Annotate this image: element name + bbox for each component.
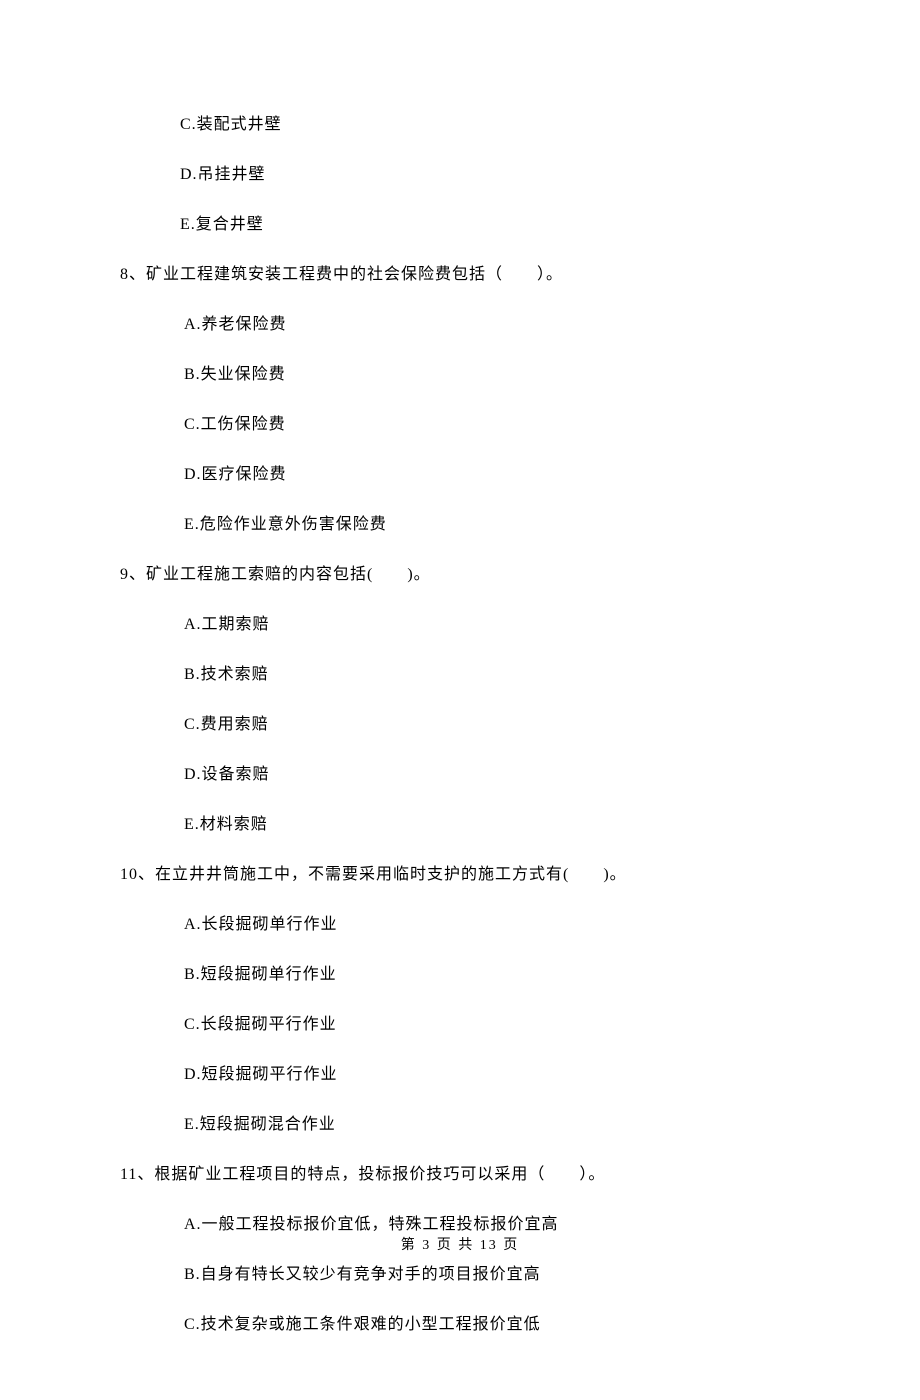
question-block: 10、在立井井筒施工中，不需要采用临时支护的施工方式有( )。 A.长段掘砌单行… bbox=[120, 860, 800, 1134]
option-item: D.设备索赔 bbox=[120, 760, 800, 784]
question-text: 矿业工程建筑安装工程费中的社会保险费包括（ ）。 bbox=[146, 266, 563, 283]
option-item: A.工期索赔 bbox=[120, 610, 800, 634]
option-item: C.技术复杂或施工条件艰难的小型工程报价宜低 bbox=[120, 1310, 800, 1334]
option-item: C.费用索赔 bbox=[120, 710, 800, 734]
option-item: D.医疗保险费 bbox=[120, 460, 800, 484]
option-item: C.工伤保险费 bbox=[120, 410, 800, 434]
option-group: A.长段掘砌单行作业 B.短段掘砌单行作业 C.长段掘砌平行作业 D.短段掘砌平… bbox=[120, 910, 800, 1134]
question-block: 9、矿业工程施工索赔的内容包括( )。 A.工期索赔 B.技术索赔 C.费用索赔… bbox=[120, 560, 800, 834]
question-stem: 10、在立井井筒施工中，不需要采用临时支护的施工方式有( )。 bbox=[120, 860, 800, 884]
option-item: A.长段掘砌单行作业 bbox=[120, 910, 800, 934]
option-item: D.吊挂井壁 bbox=[120, 160, 800, 184]
option-group: A.养老保险费 B.失业保险费 C.工伤保险费 D.医疗保险费 E.危险作业意外… bbox=[120, 310, 800, 534]
question-number: 11、 bbox=[120, 1166, 154, 1183]
option-item: B.短段掘砌单行作业 bbox=[120, 960, 800, 984]
question-text: 在立井井筒施工中，不需要采用临时支护的施工方式有( )。 bbox=[155, 866, 627, 883]
question-text: 根据矿业工程项目的特点，投标报价技巧可以采用（ ）。 bbox=[154, 1166, 605, 1183]
option-item: C.装配式井壁 bbox=[120, 110, 800, 134]
option-item: E.复合井壁 bbox=[120, 210, 800, 234]
question-number: 8、 bbox=[120, 266, 146, 283]
question-block: 8、矿业工程建筑安装工程费中的社会保险费包括（ ）。 A.养老保险费 B.失业保… bbox=[120, 260, 800, 534]
question-stem: 11、根据矿业工程项目的特点，投标报价技巧可以采用（ ）。 bbox=[120, 1160, 800, 1184]
question-number: 10、 bbox=[120, 866, 155, 883]
option-item: E.短段掘砌混合作业 bbox=[120, 1110, 800, 1134]
page-content: C.装配式井壁 D.吊挂井壁 E.复合井壁 8、矿业工程建筑安装工程费中的社会保… bbox=[0, 0, 920, 1400]
question-stem: 9、矿业工程施工索赔的内容包括( )。 bbox=[120, 560, 800, 584]
question-stem: 8、矿业工程建筑安装工程费中的社会保险费包括（ ）。 bbox=[120, 260, 800, 284]
option-item: B.自身有特长又较少有竞争对手的项目报价宜高 bbox=[120, 1260, 800, 1284]
page-footer: 第 3 页 共 13 页 bbox=[0, 1234, 920, 1254]
option-item: B.失业保险费 bbox=[120, 360, 800, 384]
option-item: E.材料索赔 bbox=[120, 810, 800, 834]
question-number: 9、 bbox=[120, 566, 146, 583]
option-item: E.危险作业意外伤害保险费 bbox=[120, 510, 800, 534]
option-item: C.长段掘砌平行作业 bbox=[120, 1010, 800, 1034]
option-item: A.一般工程投标报价宜低，特殊工程投标报价宜高 bbox=[120, 1210, 800, 1234]
option-item: D.短段掘砌平行作业 bbox=[120, 1060, 800, 1084]
option-item: B.技术索赔 bbox=[120, 660, 800, 684]
question-text: 矿业工程施工索赔的内容包括( )。 bbox=[146, 566, 431, 583]
option-item: A.养老保险费 bbox=[120, 310, 800, 334]
orphan-option-group: C.装配式井壁 D.吊挂井壁 E.复合井壁 bbox=[120, 110, 800, 234]
option-group: A.一般工程投标报价宜低，特殊工程投标报价宜高 B.自身有特长又较少有竞争对手的… bbox=[120, 1210, 800, 1334]
option-group: A.工期索赔 B.技术索赔 C.费用索赔 D.设备索赔 E.材料索赔 bbox=[120, 610, 800, 834]
